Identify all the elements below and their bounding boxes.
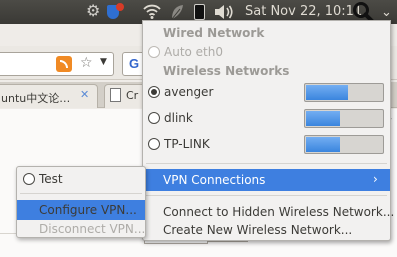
signal-fill xyxy=(306,137,340,152)
wireless-item-label: avenger xyxy=(164,85,214,99)
radio-selected-icon xyxy=(148,86,160,98)
radio-icon xyxy=(148,112,160,124)
menu-separator xyxy=(20,193,142,194)
volume-icon[interactable] xyxy=(214,3,234,21)
wireless-item-label: dlink xyxy=(164,111,193,125)
vpn-submenu: Test Configure VPN... Disconnect VPN... xyxy=(16,166,146,238)
connect-hidden-network-label: Connect to Hidden Wireless Network... xyxy=(163,205,395,219)
signal-strength-bar xyxy=(304,109,384,128)
gear-icon[interactable]: ⚙ xyxy=(86,3,102,19)
wireless-item-tp-link[interactable]: TP-LINK xyxy=(143,133,390,155)
disconnect-vpn-item: Disconnect VPN... xyxy=(17,219,145,239)
leaf-icon[interactable] xyxy=(170,4,184,20)
radio-icon xyxy=(148,138,160,150)
chevron-down-icon[interactable]: ⌄ xyxy=(381,5,392,20)
menu-separator xyxy=(146,163,387,164)
bookmark-star-icon[interactable]: ☆ xyxy=(80,55,93,71)
configure-vpn-item[interactable]: Configure VPN... xyxy=(17,200,145,220)
search-engine-letter: G xyxy=(129,56,140,71)
signal-fill xyxy=(306,85,348,100)
wireless-item-label: TP-LINK xyxy=(164,137,210,151)
signal-strength-bar xyxy=(304,135,384,154)
radio-icon xyxy=(148,46,160,58)
page-icon xyxy=(110,88,121,102)
create-new-network-item[interactable]: Create New Wireless Network... xyxy=(143,219,390,241)
submenu-arrow-icon: › xyxy=(373,172,378,186)
wired-item-label: Auto eth0 xyxy=(164,45,224,59)
tab-close-icon[interactable]: ✕ xyxy=(80,88,89,101)
signal-strength-bar xyxy=(304,83,384,102)
tab-1-label: untu中文论… xyxy=(1,92,71,105)
vpn-connections-item[interactable]: VPN Connections › xyxy=(143,169,390,191)
wired-item-auto-eth0: Auto eth0 xyxy=(143,41,390,63)
battery-icon[interactable] xyxy=(194,4,205,20)
create-new-network-label: Create New Wireless Network... xyxy=(163,223,353,237)
vpn-connections-label: VPN Connections xyxy=(163,173,266,187)
wireless-networks-header: Wireless Networks xyxy=(163,64,290,78)
vpn-item-test[interactable]: Test xyxy=(17,169,145,189)
tab-2-label: Cr xyxy=(126,89,139,102)
clock[interactable]: Sat Nov 22, 10:11 xyxy=(245,4,362,19)
rss-feed-icon[interactable] xyxy=(56,56,72,72)
vpn-item-label: Test xyxy=(39,172,63,186)
address-dropdown-icon[interactable]: ▼ xyxy=(100,57,107,67)
menu-separator xyxy=(146,195,387,196)
radio-icon xyxy=(23,173,35,185)
update-badge-icon xyxy=(116,3,124,11)
signal-fill xyxy=(306,111,340,126)
configure-vpn-label: Configure VPN... xyxy=(39,203,137,217)
disconnect-vpn-label: Disconnect VPN... xyxy=(39,222,146,236)
wireless-item-avenger[interactable]: avenger xyxy=(143,81,390,103)
network-menu: Wired Network Auto eth0 Wireless Network… xyxy=(142,20,395,241)
wireless-item-dlink[interactable]: dlink xyxy=(143,107,390,129)
wifi-icon[interactable] xyxy=(143,2,161,20)
